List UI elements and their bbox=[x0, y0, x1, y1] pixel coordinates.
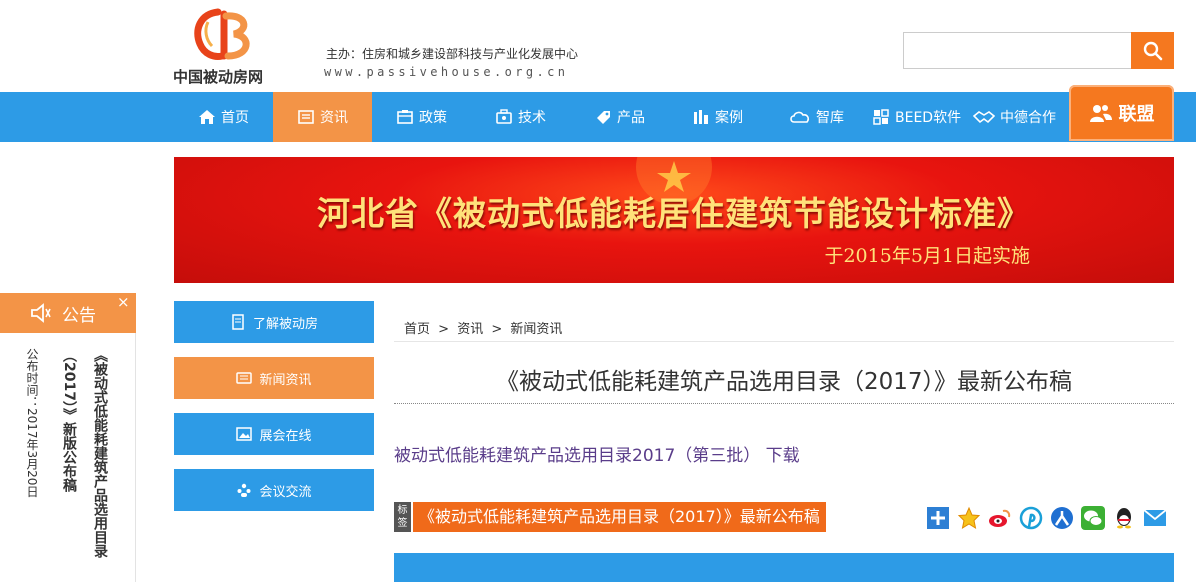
nav-case-label: 案例 bbox=[715, 110, 743, 126]
email-icon[interactable] bbox=[1143, 506, 1167, 530]
breadcrumb-current[interactable]: 新闻资讯 bbox=[510, 322, 562, 337]
share-bar bbox=[926, 506, 1167, 530]
nav-policy-label: 政策 bbox=[419, 110, 447, 126]
product-icon bbox=[597, 111, 610, 124]
article-tag[interactable]: 《被动式低能耗建筑产品选用目录（2017）》最新公布稿 bbox=[413, 502, 826, 532]
breadcrumb-separator: > bbox=[491, 322, 503, 337]
notice-close-icon[interactable]: × bbox=[117, 293, 130, 311]
news-icon bbox=[298, 110, 314, 124]
nav-alliance-button[interactable]: 联盟 bbox=[1069, 85, 1174, 141]
weibo-icon[interactable] bbox=[988, 506, 1012, 530]
notice-header: 公告 bbox=[0, 293, 136, 333]
software-icon bbox=[873, 109, 889, 125]
breadcrumb: 首页 > 资讯 > 新闻资讯 bbox=[404, 318, 562, 337]
hero-banner[interactable]: 河北省《被动式低能耗居住建筑节能设计标准》 于2015年5月1日起实施 bbox=[174, 157, 1174, 283]
notice-line-2: （2017）》新版公布稿 bbox=[61, 348, 77, 492]
nav-sino-german[interactable]: 中德合作 bbox=[973, 92, 1056, 142]
nav-think-tank[interactable]: 智库 bbox=[789, 92, 844, 142]
main-nav: 首页 资讯 政策 技术 产品 案例 智库 BEED软件 中德合作 bbox=[0, 92, 1196, 142]
nav-case[interactable]: 案例 bbox=[692, 92, 743, 142]
breadcrumb-news[interactable]: 资讯 bbox=[457, 322, 483, 337]
book-icon bbox=[232, 314, 244, 330]
cloud-icon bbox=[790, 111, 810, 123]
site-logo[interactable]: 中国被动房网 bbox=[170, 8, 280, 88]
download-link[interactable]: 被动式低能耗建筑产品选用目录2017（第三批） 下载 bbox=[394, 441, 800, 466]
sponsor-text: 主办：住房和城乡建设部科技与产业化发展中心 bbox=[326, 47, 579, 61]
qq-icon[interactable] bbox=[1112, 506, 1136, 530]
nav-beed-software-label: BEED软件 bbox=[895, 110, 962, 126]
nav-news[interactable]: 资讯 bbox=[273, 92, 372, 142]
banner-subtitle: 于2015年5月1日起实施 bbox=[824, 245, 1030, 267]
sidebar-item-exhibition[interactable]: 展会在线 bbox=[174, 413, 374, 455]
nav-policy[interactable]: 政策 bbox=[396, 92, 447, 142]
nav-think-tank-label: 智库 bbox=[816, 110, 844, 126]
banner-title: 河北省《被动式低能耗居住建筑节能设计标准》 bbox=[317, 194, 1031, 233]
sidebar-item-news[interactable]: 新闻资讯 bbox=[174, 357, 374, 399]
search-icon bbox=[1143, 41, 1162, 60]
search-input[interactable] bbox=[903, 32, 1132, 69]
tag-label: 标签 bbox=[394, 502, 411, 532]
content-footer-bar bbox=[394, 553, 1174, 582]
case-icon bbox=[694, 110, 708, 124]
title-divider bbox=[394, 403, 1174, 404]
picture-icon bbox=[236, 427, 253, 441]
nav-product[interactable]: 产品 bbox=[594, 92, 645, 142]
sidebar-item-about[interactable]: 了解被动房 bbox=[174, 301, 374, 343]
logo-text: 中国被动房网 bbox=[173, 68, 264, 86]
nav-tech-label: 技术 bbox=[518, 110, 546, 126]
notice-title: 公告 bbox=[62, 305, 96, 326]
nav-sino-german-label: 中德合作 bbox=[1000, 110, 1056, 126]
qzone-icon[interactable] bbox=[957, 506, 981, 530]
sidebar-item-label: 展会在线 bbox=[259, 428, 312, 444]
sidebar-item-label: 会议交流 bbox=[259, 484, 312, 500]
nav-product-label: 产品 bbox=[617, 110, 645, 126]
nav-alliance-label: 联盟 bbox=[1118, 104, 1155, 125]
sidebar-item-label: 新闻资讯 bbox=[259, 372, 312, 388]
sidebar-item-meetings[interactable]: 会议交流 bbox=[174, 469, 374, 511]
search-button[interactable] bbox=[1131, 32, 1174, 69]
users-icon bbox=[1089, 105, 1112, 122]
nav-home-label: 首页 bbox=[221, 110, 249, 126]
breadcrumb-home[interactable]: 首页 bbox=[404, 322, 430, 337]
nav-beed-software[interactable]: BEED软件 bbox=[872, 92, 961, 142]
nav-home[interactable]: 首页 bbox=[198, 92, 249, 142]
notice-body[interactable]: 《被动式低能耗建筑产品选用目录 （2017）》新版公布稿 公布时间：2017年3… bbox=[0, 333, 136, 582]
article-title: 《被动式低能耗建筑产品选用目录（2017）》最新公布稿 bbox=[495, 369, 1073, 395]
group-icon bbox=[237, 483, 251, 497]
page: 中国被动房网 主办：住房和城乡建设部科技与产业化发展中心 www.passive… bbox=[0, 0, 1196, 582]
speaker-icon bbox=[31, 303, 51, 323]
nav-news-label: 资讯 bbox=[320, 110, 348, 126]
notice-line-1: 《被动式低能耗建筑产品选用目录 bbox=[92, 348, 108, 558]
breadcrumb-separator: > bbox=[438, 322, 450, 337]
policy-icon bbox=[397, 110, 413, 124]
tech-icon bbox=[496, 109, 512, 124]
pinterest-icon[interactable] bbox=[1019, 506, 1043, 530]
sidebar-item-label: 了解被动房 bbox=[252, 316, 318, 332]
renren-icon[interactable] bbox=[1050, 506, 1074, 530]
wechat-icon[interactable] bbox=[1081, 506, 1105, 530]
home-icon bbox=[199, 110, 215, 124]
nav-tech[interactable]: 技术 bbox=[495, 92, 546, 142]
newspaper-icon bbox=[236, 372, 253, 384]
handshake-icon bbox=[973, 111, 995, 124]
breadcrumb-divider bbox=[394, 341, 1174, 342]
add-share-icon[interactable] bbox=[926, 506, 950, 530]
site-url: www.passivehouse.org.cn bbox=[324, 65, 569, 79]
notice-date: 公布时间：2017年3月20日 bbox=[25, 348, 39, 498]
logo-mark-icon bbox=[194, 8, 250, 60]
